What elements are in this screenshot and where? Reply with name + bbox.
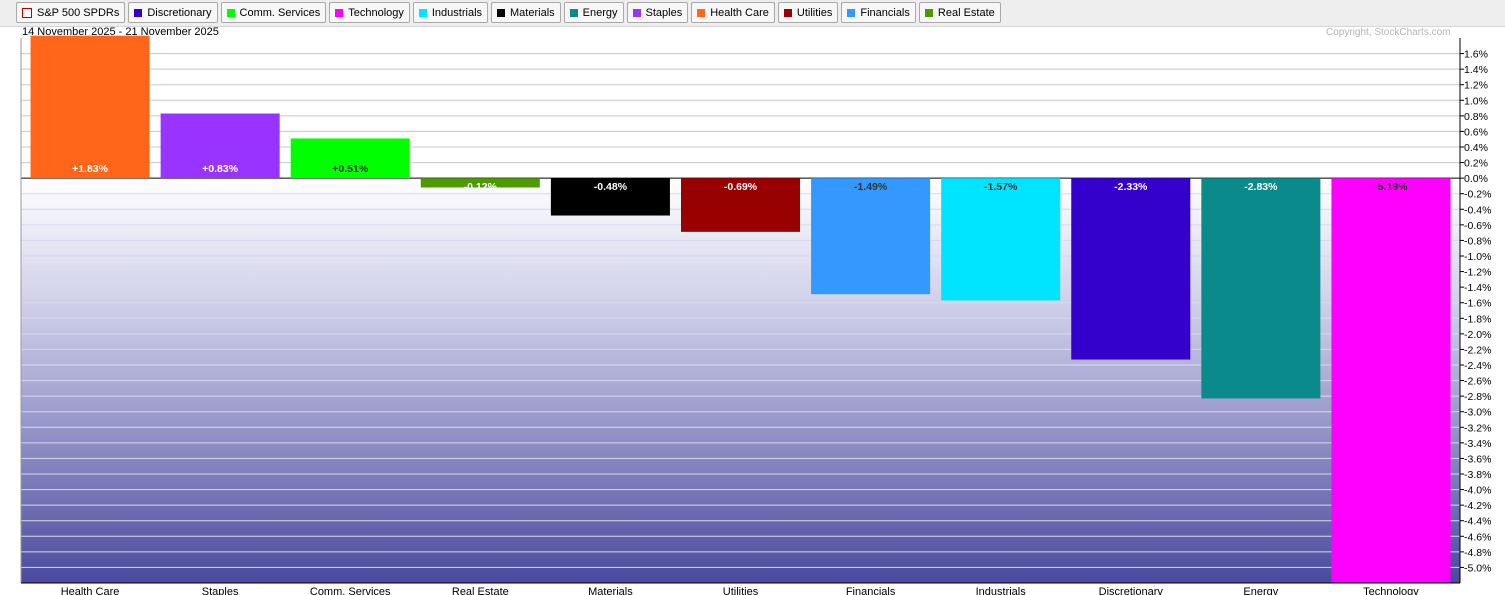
y-tick-label: 1.0% [1464,95,1488,107]
bar-financials[interactable] [811,178,931,295]
bar-value-label: -0.69% [724,181,758,193]
bar-value-label: -5.19% [1374,181,1408,193]
bar-value-label: -0.48% [594,181,628,193]
y-tick-label: -1.4% [1464,282,1491,294]
bar-industrials[interactable] [941,178,1061,301]
x-category-label: Real Estate [452,586,509,595]
y-tick-label: 1.6% [1464,49,1488,61]
bar-value-label: +0.51% [332,163,369,175]
y-tick-label: -0.8% [1464,235,1491,247]
y-tick-label: 0.2% [1464,158,1488,170]
y-tick-label: 0.8% [1464,111,1488,123]
y-tick-label: -4.0% [1464,485,1491,497]
y-tick-label: -0.4% [1464,204,1491,216]
y-tick-label: 0.6% [1464,126,1488,138]
y-tick-label: -1.6% [1464,298,1491,310]
bar-value-label: +1.83% [72,163,109,175]
bar-energy[interactable] [1201,178,1321,399]
y-tick-label: -1.2% [1464,267,1491,279]
y-tick-label: -2.6% [1464,376,1491,388]
bar-value-label: -1.49% [854,181,888,193]
y-tick-label: 1.2% [1464,80,1488,92]
x-category-label: Comm. Services [310,586,391,595]
y-tick-label: -3.6% [1464,453,1491,465]
bar-value-label: -0.12% [464,181,498,193]
sector-performance-chart: 1.6% 1.4% 1.2% 1.0% 0.8% 0.6% 0.4% 0.2% 0.0% -0.2… [20,35,1491,595]
bar-technology[interactable] [1331,178,1451,583]
x-category-label: Technology [1363,586,1419,595]
bar-health-care[interactable] [30,35,150,179]
x-category-label: Staples [202,586,239,595]
y-tick-label: -1.0% [1464,251,1491,263]
y-tick-label: -3.4% [1464,438,1491,450]
x-category-label: Energy [1243,586,1278,595]
x-category-label: Utilities [723,586,759,595]
bar-value-label: -1.57% [984,181,1018,193]
y-tick-label: -3.8% [1464,469,1491,481]
y-tick-label: -5.0% [1464,562,1491,574]
x-category-label: Discretionary [1099,586,1164,595]
y-tick-label: -4.6% [1464,531,1491,543]
bar-value-label: +0.83% [202,163,239,175]
y-tick-label: -0.2% [1464,189,1491,201]
y-tick-label: -2.8% [1464,391,1491,403]
y-tick-label: -1.8% [1464,313,1491,325]
y-tick-label: 0.4% [1464,142,1488,154]
y-tick-label: -3.0% [1464,407,1491,419]
y-tick-label: -2.2% [1464,344,1491,356]
bar-discretionary[interactable] [1071,178,1191,360]
y-tick-label: -4.2% [1464,500,1491,512]
bar-value-label: -2.33% [1114,181,1148,193]
bar-value-label: -2.83% [1244,181,1278,193]
y-tick-label: -4.4% [1464,516,1491,528]
x-category-label: Health Care [61,586,120,595]
y-tick-label: -3.2% [1464,422,1491,434]
y-tick-label: -4.8% [1464,547,1491,559]
y-tick-label: 0.0% [1464,173,1488,185]
x-category-label: Industrials [976,586,1027,595]
x-category-label: Materials [588,586,633,595]
y-tick-label: -0.6% [1464,220,1491,232]
x-category-label: Financials [846,586,896,595]
y-tick-label: -2.4% [1464,360,1491,372]
y-tick-label: 1.4% [1464,64,1488,76]
y-tick-label: -2.0% [1464,329,1491,341]
